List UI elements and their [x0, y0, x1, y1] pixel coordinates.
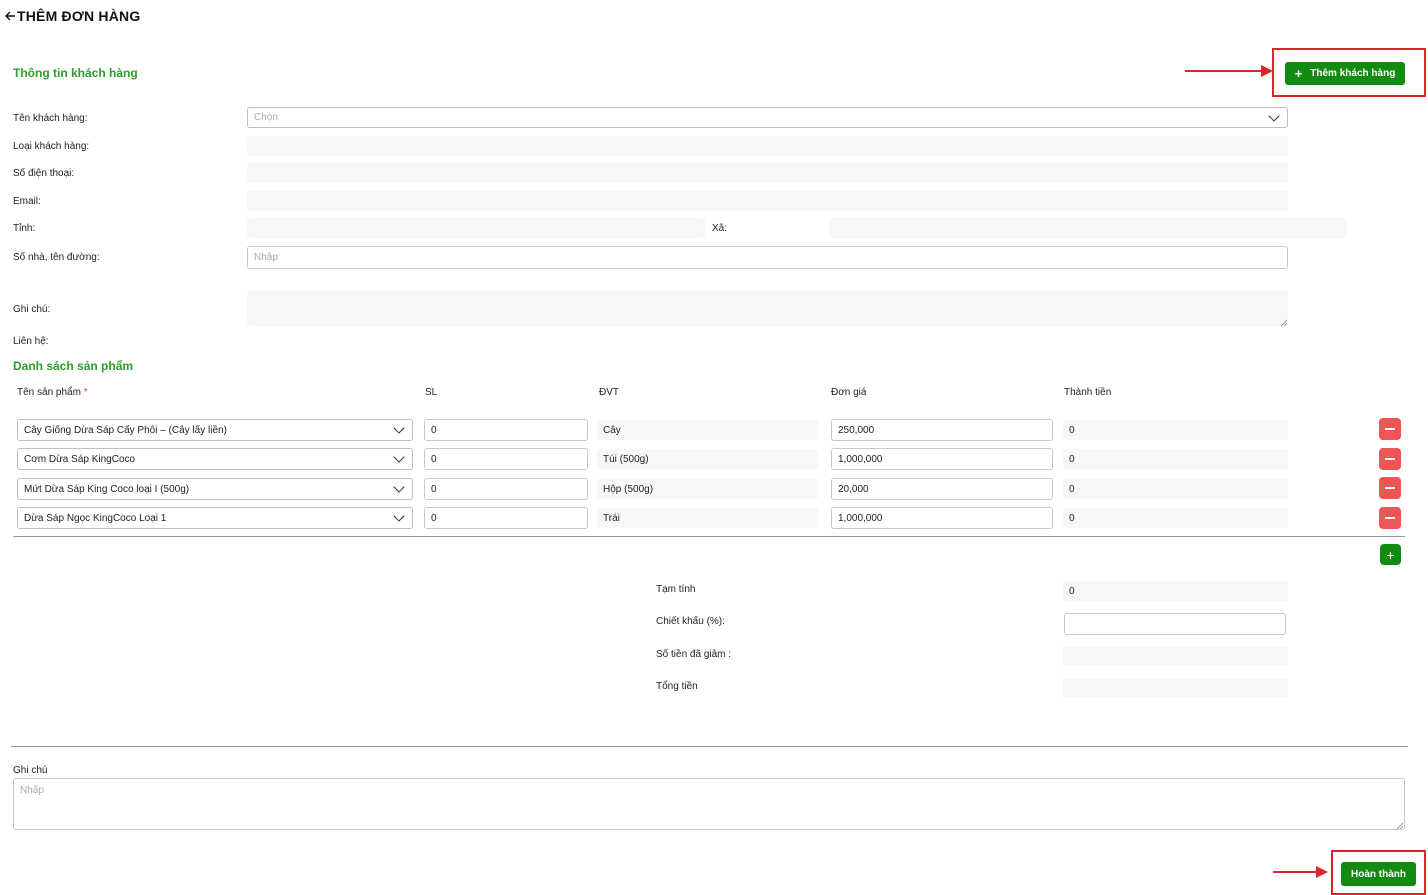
- required-mark: *: [83, 387, 88, 398]
- annotation-arrow: [1273, 871, 1318, 873]
- col-header-product-name: Tên sản phẩm *: [17, 387, 88, 398]
- remove-row-button[interactable]: [1379, 418, 1401, 440]
- product-select[interactable]: Mứt Dừa Sáp King Coco loại I (500g): [17, 478, 413, 500]
- phone-field: [247, 163, 1288, 183]
- minus-icon: [1385, 517, 1395, 519]
- customer-type-field: [247, 136, 1288, 156]
- email-field: [247, 191, 1288, 211]
- email-label: Email:: [13, 196, 41, 207]
- ward-label: Xã:: [712, 223, 728, 234]
- contact-label: Liên hệ:: [13, 336, 49, 347]
- reduced-amount-field: [1063, 646, 1288, 666]
- product-name: Cây Giống Dừa Sáp Cấy Phôi – (Cây lấy li…: [24, 424, 227, 436]
- order-note-placeholder: Nhập: [20, 785, 44, 796]
- line-total-field: 0: [1063, 508, 1288, 528]
- chevron-down-icon: [1268, 109, 1280, 122]
- qty-input[interactable]: 0: [424, 507, 588, 529]
- complete-button[interactable]: Hoàn thành: [1341, 862, 1416, 886]
- col-header-unit: ĐVT: [599, 387, 619, 398]
- col-header-price: Đơn giá: [831, 387, 867, 398]
- minus-icon: [1385, 487, 1395, 489]
- phone-label: Số điện thoại:: [13, 168, 75, 179]
- address-placeholder: Nhập: [254, 252, 278, 263]
- chevron-down-icon: [393, 422, 405, 434]
- line-total-field: 0: [1063, 420, 1288, 440]
- add-row-button[interactable]: +: [1380, 544, 1401, 565]
- divider: [11, 746, 1408, 747]
- product-select[interactable]: Cây Giống Dừa Sáp Cấy Phôi – (Cây lấy li…: [17, 419, 413, 441]
- unit-field: Túi (500g): [597, 449, 818, 469]
- address-label: Số nhà, tên đường:: [13, 252, 100, 263]
- customer-name-select[interactable]: Chọn: [247, 107, 1288, 128]
- price-input[interactable]: 250,000: [831, 419, 1053, 441]
- products-section-title: Danh sách sản phẩm: [13, 359, 134, 373]
- customer-note-field: [247, 291, 1288, 326]
- divider: [13, 536, 1405, 537]
- qty-input[interactable]: 0: [424, 419, 588, 441]
- col-header-product-name-text: Tên sản phẩm: [17, 387, 81, 398]
- customer-note-label: Ghi chú:: [13, 304, 51, 315]
- remove-row-button[interactable]: [1379, 477, 1401, 499]
- customer-type-label: Loại khách hàng:: [13, 141, 90, 152]
- resize-handle-icon[interactable]: [1396, 821, 1404, 830]
- chevron-down-icon: [393, 481, 405, 493]
- discount-label: Chiết khấu (%):: [656, 616, 725, 627]
- grand-total-field: [1063, 678, 1288, 698]
- line-total-field: 0: [1063, 449, 1288, 469]
- address-input[interactable]: Nhập: [247, 246, 1288, 269]
- province-field: [247, 218, 705, 238]
- customer-name-label: Tên khách hàng:: [13, 113, 88, 124]
- col-header-qty: SL: [425, 387, 438, 398]
- product-name: Mứt Dừa Sáp King Coco loại I (500g): [24, 483, 190, 495]
- plus-icon: +: [1386, 546, 1395, 563]
- back-icon[interactable]: [4, 10, 16, 22]
- subtotal-field: 0: [1063, 581, 1288, 601]
- grand-total-label: Tổng tiền: [656, 681, 698, 692]
- discount-input[interactable]: [1064, 613, 1286, 635]
- ward-field: [829, 218, 1347, 238]
- price-input[interactable]: 20,000: [831, 478, 1053, 500]
- price-input[interactable]: 1,000,000: [831, 507, 1053, 529]
- col-header-total: Thành tiền: [1064, 387, 1112, 398]
- minus-icon: [1385, 428, 1395, 430]
- order-note-textarea[interactable]: Nhập: [13, 778, 1405, 830]
- customer-name-placeholder: Chọn: [254, 112, 278, 123]
- minus-icon: [1385, 458, 1395, 460]
- customer-section-title: Thông tin khách hàng: [13, 66, 138, 80]
- product-select[interactable]: Dừa Sáp Ngọc KingCoco Loại 1: [17, 507, 413, 529]
- remove-row-button[interactable]: [1379, 448, 1401, 470]
- product-name: Cơm Dừa Sáp KingCoco: [24, 453, 136, 465]
- product-name: Dừa Sáp Ngọc KingCoco Loại 1: [24, 512, 167, 524]
- reduced-amount-label: Số tiền đã giảm :: [656, 649, 732, 660]
- chevron-down-icon: [393, 510, 405, 522]
- province-label: Tỉnh:: [13, 223, 36, 234]
- add-customer-button-label: Thêm khách hàng: [1310, 68, 1396, 79]
- remove-row-button[interactable]: [1379, 507, 1401, 529]
- price-input[interactable]: 1,000,000: [831, 448, 1053, 470]
- subtotal-label: Tạm tính: [656, 584, 696, 595]
- add-customer-button[interactable]: + Thêm khách hàng: [1285, 62, 1405, 85]
- qty-input[interactable]: 0: [424, 478, 588, 500]
- unit-field: Trái: [597, 508, 818, 528]
- resize-handle-icon[interactable]: [1280, 318, 1288, 327]
- qty-input[interactable]: 0: [424, 448, 588, 470]
- product-select[interactable]: Cơm Dừa Sáp KingCoco: [17, 448, 413, 470]
- order-note-label: Ghi chú: [13, 765, 48, 776]
- chevron-down-icon: [393, 451, 405, 463]
- page-title: THÊM ĐƠN HÀNG: [17, 8, 141, 24]
- plus-icon: +: [1294, 66, 1303, 81]
- annotation-arrow-head: [1316, 866, 1328, 878]
- unit-field: Cây: [597, 420, 818, 440]
- line-total-field: 0: [1063, 479, 1288, 499]
- annotation-arrow: [1185, 70, 1263, 72]
- unit-field: Hộp (500g): [597, 479, 818, 499]
